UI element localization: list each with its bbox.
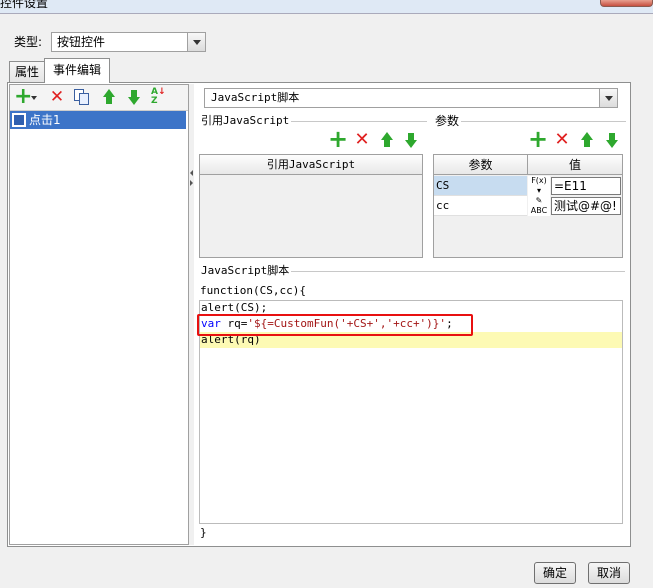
sort-icon[interactable]: A↓ Z: [151, 88, 171, 106]
params-table: 参数 值 CS F(x) ▾ =E11 cc ✎ ABC 测试@#@!: [433, 154, 623, 258]
expand-right-icon[interactable]: [190, 180, 193, 186]
add-icon[interactable]: +: [528, 127, 548, 151]
param-column-header: 参数: [434, 155, 528, 175]
event-list: [10, 110, 188, 544]
script-type-value: JavaScript脚本: [211, 91, 300, 104]
text-type-icon[interactable]: ✎ ABC: [528, 196, 550, 216]
collapse-left-icon[interactable]: [190, 170, 193, 176]
tab-event-editor[interactable]: 事件编辑: [44, 58, 110, 83]
title-bar: [0, 0, 653, 14]
add-dropdown-chevron-icon[interactable]: [31, 96, 37, 100]
script-type-select[interactable]: JavaScript脚本: [204, 88, 618, 108]
function-footer: }: [200, 526, 207, 539]
param-name[interactable]: CS: [434, 176, 527, 196]
event-icon: [12, 113, 26, 127]
delete-icon[interactable]: ✕: [48, 88, 66, 106]
ref-js-column-header: 引用JavaScript: [200, 155, 422, 175]
cancel-button[interactable]: 取消: [588, 562, 630, 584]
ref-js-group-title: 引用JavaScript: [199, 114, 292, 128]
param-value-input[interactable]: 测试@#@!: [551, 197, 621, 215]
table-row[interactable]: CS F(x) ▾ =E11: [434, 176, 622, 196]
copy-icon[interactable]: [74, 89, 90, 106]
add-icon[interactable]: +: [14, 86, 32, 108]
event-label: 点击1: [29, 113, 61, 127]
table-row[interactable]: cc ✎ ABC 测试@#@!: [434, 196, 622, 216]
close-icon[interactable]: [600, 0, 653, 7]
move-down-icon[interactable]: [402, 131, 420, 149]
delete-icon[interactable]: ✕: [353, 131, 371, 149]
param-value-input[interactable]: =E11: [551, 177, 621, 195]
type-select-value: 按钮控件: [57, 35, 106, 49]
params-group-title: 参数: [433, 114, 462, 128]
list-item[interactable]: 点击1: [10, 111, 186, 129]
chevron-down-icon[interactable]: [599, 89, 617, 107]
ref-js-table[interactable]: 引用JavaScript: [199, 154, 423, 258]
type-label: 类型:: [14, 35, 43, 49]
move-down-icon[interactable]: [125, 88, 143, 106]
param-name[interactable]: cc: [434, 196, 527, 216]
value-column-header: 值: [528, 155, 622, 175]
type-select[interactable]: 按钮控件: [51, 32, 206, 52]
formula-icon-label: F(x): [531, 176, 547, 185]
splitter[interactable]: [189, 84, 194, 545]
tab-properties[interactable]: 属性: [9, 61, 45, 82]
delete-icon[interactable]: ✕: [553, 131, 571, 149]
annotation-box: [197, 314, 473, 336]
function-header: function(CS,cc){: [200, 284, 306, 297]
ok-button[interactable]: 确定: [534, 562, 576, 584]
add-icon[interactable]: +: [328, 127, 348, 151]
move-up-icon[interactable]: [378, 131, 396, 149]
move-down-icon[interactable]: [603, 131, 621, 149]
divider: [433, 121, 626, 122]
text-type-icon-label: ABC: [530, 206, 548, 215]
move-up-icon[interactable]: [100, 88, 118, 106]
window-title: 控件设置: [0, 0, 49, 10]
move-up-icon[interactable]: [578, 131, 596, 149]
formula-icon[interactable]: F(x) ▾: [528, 176, 550, 196]
script-group-title: JavaScript脚本: [199, 264, 292, 278]
chevron-down-icon[interactable]: [187, 33, 205, 51]
